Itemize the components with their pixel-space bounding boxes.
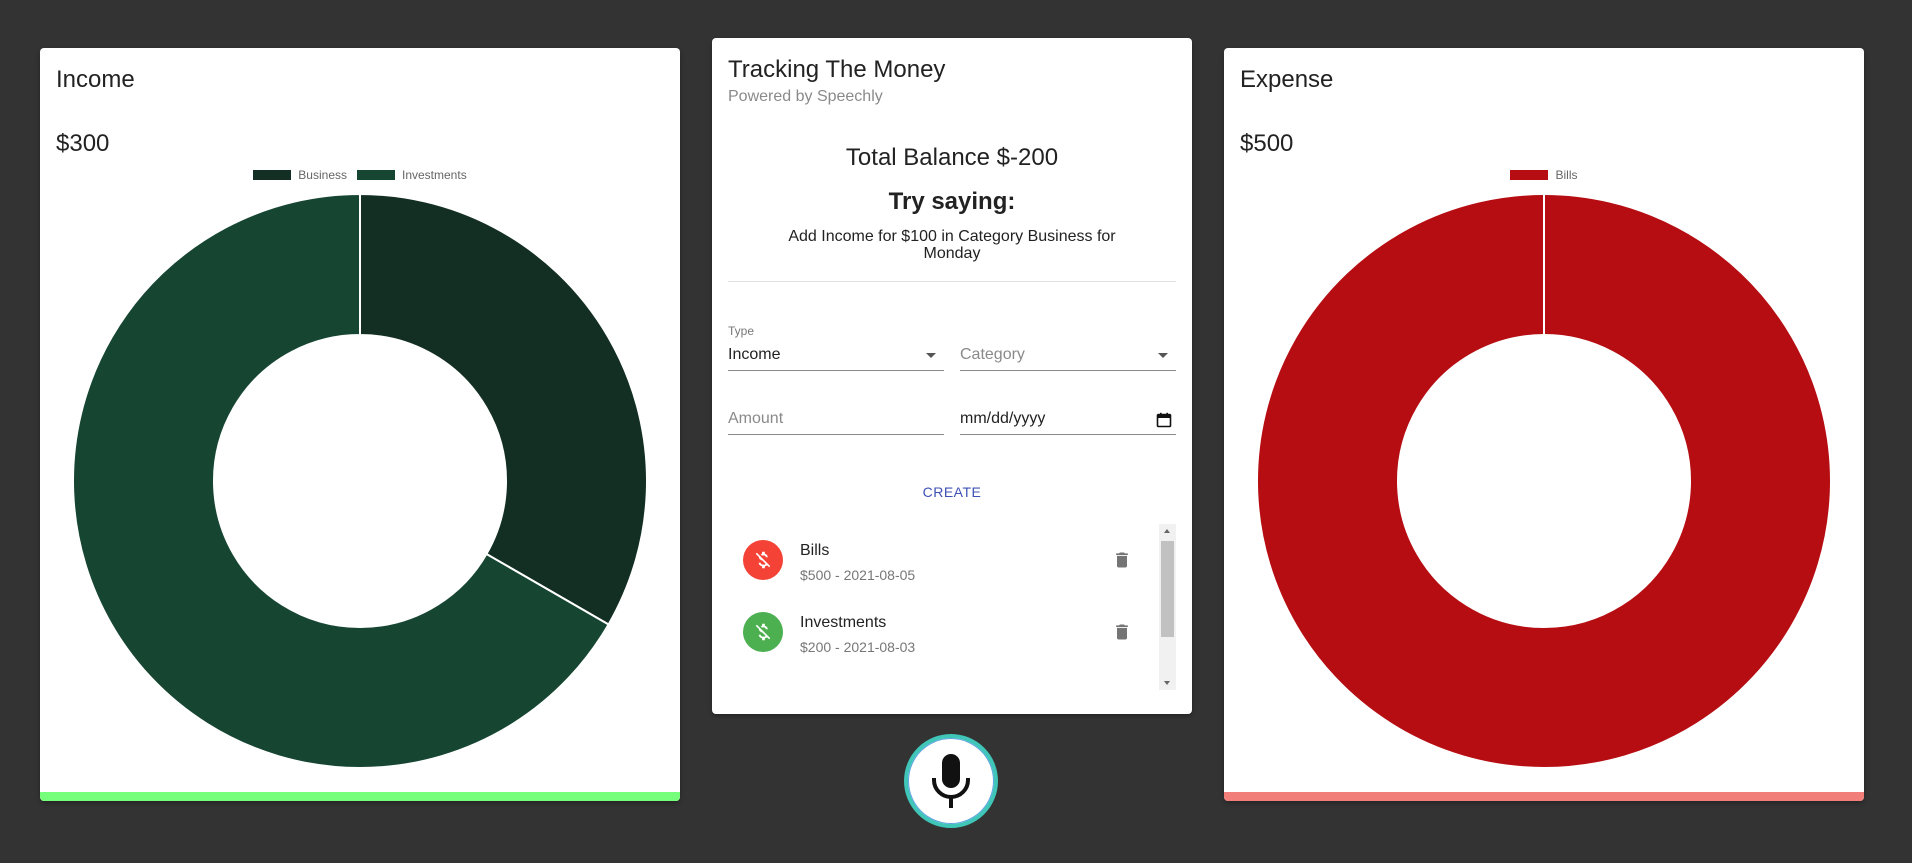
divider [728,281,1176,282]
list-item[interactable]: Investments $200 - 2021-08-03 [728,596,1148,668]
scroll-up-arrow-icon[interactable] [1164,529,1170,533]
money-off-icon [755,623,771,641]
legend-swatch [357,170,395,180]
type-select[interactable]: Income [728,340,944,371]
total-balance: Total Balance $-200 [845,144,1059,171]
transaction-name: Bills [800,542,830,559]
income-donut-chart [72,192,648,769]
scrollbar-thumb[interactable] [1161,541,1174,637]
legend-item-investments[interactable]: Investments [357,168,467,182]
legend-swatch [1510,170,1549,180]
category-select[interactable]: Category [960,340,1176,371]
transaction-name: Investments [800,614,887,631]
app-subtitle: Powered by Speechly [728,88,883,105]
app-title: Tracking The Money [728,56,946,83]
transaction-avatar [743,612,783,652]
transaction-detail: $500 - 2021-08-05 [800,567,916,583]
delete-icon[interactable] [1112,550,1132,570]
date-placeholder: mm/dd/yyyy [960,410,1046,427]
scroll-down-arrow-icon[interactable] [1164,681,1170,685]
expense-accent-bar [1224,792,1864,801]
calendar-icon[interactable] [1156,412,1172,428]
legend-item-business[interactable]: Business [253,168,347,182]
income-title: Income [56,66,135,93]
microphone-button[interactable] [904,734,998,828]
create-button[interactable]: CREATE [902,474,1002,510]
income-accent-bar [40,792,680,801]
money-off-icon [755,551,771,569]
voice-hint: Add Income for $100 in Category Business… [788,228,1116,262]
chevron-down-icon [1158,353,1168,358]
type-value: Income [728,346,781,363]
delete-icon[interactable] [1112,622,1132,642]
donut-slice-business[interactable] [359,192,648,626]
transaction-detail: $200 - 2021-08-03 [800,639,916,655]
amount-placeholder: Amount [728,410,784,427]
date-input[interactable]: mm/dd/yyyy [960,404,1176,435]
income-card: Income $300 Business Investments [40,48,680,801]
microphone-icon [932,754,970,808]
chevron-down-icon [926,353,936,358]
legend-label: Bills [1555,168,1578,182]
expense-amount: $500 [1240,130,1294,157]
expense-donut-chart [1255,193,1832,769]
transaction-avatar [743,540,783,580]
category-placeholder: Category [960,346,1025,363]
legend-swatch [253,170,292,180]
expense-title: Expense [1240,66,1334,93]
legend-label: Business [298,168,347,182]
legend-label: Investments [402,168,467,182]
expense-card: Expense $500 Bills [1224,48,1864,801]
type-label: Type [728,324,755,338]
amount-input[interactable]: Amount [728,404,944,435]
income-amount: $300 [56,130,110,157]
transaction-list[interactable]: Bills $500 - 2021-08-05 Investments $200… [728,524,1176,690]
tracker-card: Tracking The Money Powered by Speechly T… [712,38,1192,714]
list-scrollbar[interactable] [1159,524,1176,690]
list-item[interactable]: Bills $500 - 2021-08-05 [728,524,1148,596]
try-saying-heading: Try saying: [888,188,1016,215]
expense-legend: Bills [1224,168,1864,182]
income-legend: Business Investments [40,168,680,182]
legend-item-bills[interactable]: Bills [1510,168,1578,182]
